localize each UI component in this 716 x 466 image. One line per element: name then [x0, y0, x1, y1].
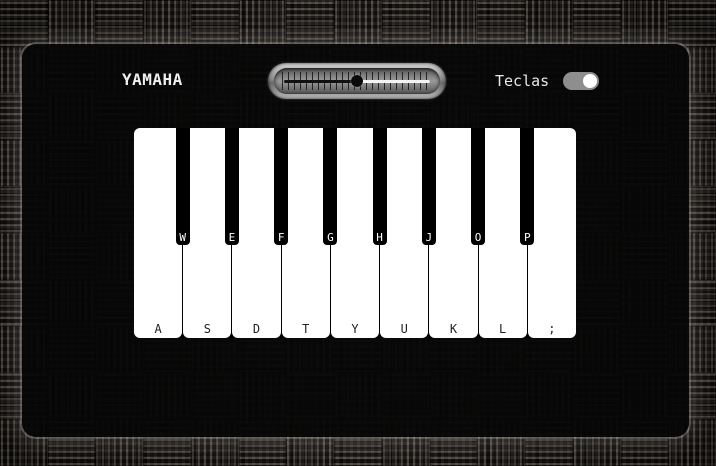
white-key-label: Y [351, 322, 359, 336]
black-key-label: O [474, 231, 482, 244]
volume-track-housing [274, 68, 440, 94]
white-key-label: A [154, 322, 162, 336]
white-key-label: D [252, 322, 261, 336]
black-key-label: F [277, 231, 285, 244]
volume-track-fill [357, 80, 430, 83]
black-key[interactable]: W [175, 128, 190, 245]
white-key-label: U [400, 322, 408, 336]
black-key-label: W [179, 231, 187, 244]
black-key[interactable]: E [224, 128, 239, 245]
white-key-label: ; [548, 322, 556, 336]
keys-toggle-label: Teclas [495, 72, 550, 90]
volume-slider[interactable] [268, 63, 446, 99]
black-key[interactable]: G [323, 128, 338, 245]
black-key[interactable]: F [274, 128, 289, 245]
black-key[interactable]: P [520, 128, 535, 245]
black-key-label: J [425, 231, 433, 244]
brand-logo: YAMAHA [122, 70, 183, 89]
black-key[interactable]: J [421, 128, 436, 245]
piano-keyboard: A S D T Y U K L; W E F G H J O P [134, 128, 576, 338]
white-key[interactable]: ; [527, 128, 576, 338]
white-key-label: T [302, 322, 310, 336]
white-key-label: L [499, 322, 507, 336]
keys-toggle-knob [583, 74, 597, 88]
keys-toggle[interactable] [563, 72, 599, 90]
black-key-label: H [376, 231, 383, 244]
white-key-label: K [449, 322, 458, 336]
black-key[interactable]: O [471, 128, 486, 245]
black-key-label: P [523, 231, 531, 244]
black-key[interactable]: H [372, 128, 387, 245]
black-key-label: E [228, 231, 236, 244]
black-key-label: G [327, 231, 334, 244]
volume-thumb[interactable] [351, 75, 363, 87]
white-key-label: S [203, 322, 211, 336]
